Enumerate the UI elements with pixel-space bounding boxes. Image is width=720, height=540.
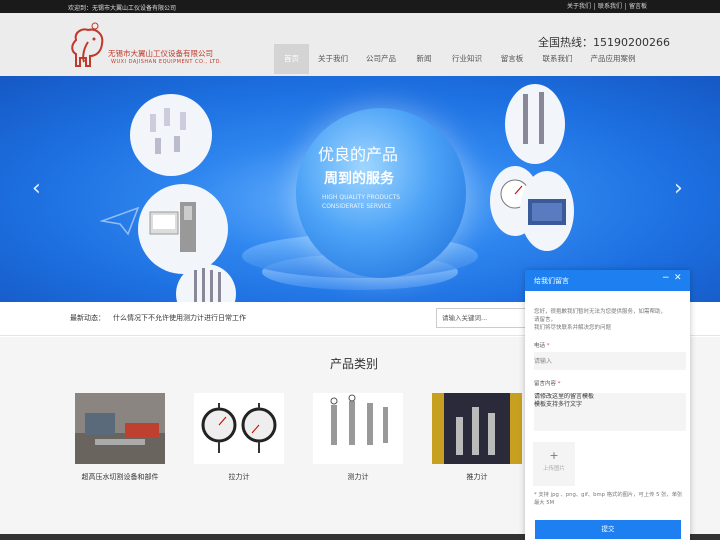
plus-icon: +: [549, 449, 559, 462]
main-nav: 首页 关于我们 公司产品 新闻 行业知识 留言板 联系我们 产品应用案例: [274, 44, 644, 74]
nav-item-contact[interactable]: 联系我们: [533, 44, 582, 74]
search-input[interactable]: [437, 309, 525, 327]
product-name[interactable]: 推力计: [432, 472, 522, 482]
content-label-text: 留言内容: [534, 381, 557, 387]
force-gauges-illustration: [150, 108, 186, 154]
top-link-guestbook[interactable]: 留言板: [624, 3, 650, 10]
news-headline[interactable]: 什么情况下不允许使用测力计进行日常工作: [113, 313, 246, 323]
nav-item-about[interactable]: 关于我们: [309, 44, 357, 74]
banner-prev-arrow-icon[interactable]: ‹: [32, 176, 41, 201]
product-name[interactable]: 测力计: [313, 472, 403, 482]
search-box: [436, 308, 528, 328]
hero-english-2: CONSIDERATE SERVICE: [322, 203, 392, 210]
required-mark: *: [546, 343, 550, 349]
nav-item-products[interactable]: 公司产品: [357, 44, 405, 74]
instrument-case-illustration: [528, 199, 566, 225]
product-card[interactable]: 拉力计: [194, 393, 284, 482]
hero-english: HIGH QUALITY PRODUCTS CONSIDERATE SERVIC…: [322, 193, 400, 211]
nav-item-industry[interactable]: 行业知识: [443, 44, 491, 74]
product-card[interactable]: 超高压水切割设备和部件: [75, 393, 165, 482]
phone-label: 电话 *: [534, 341, 550, 349]
nav-item-guestbook[interactable]: 留言板: [491, 44, 533, 74]
upload-image-button[interactable]: + 上传图片: [533, 442, 575, 486]
paper-plane-icon: [100, 206, 140, 236]
top-links: 关于我们 联系我们 留言板: [564, 3, 650, 10]
product-section-title: 产品类别: [330, 357, 379, 371]
nav-item-cases[interactable]: 产品应用案例: [582, 44, 644, 74]
message-panel-description: 您好，很抱歉我们暂时无法为您提供服务，如需帮助， 请留言， 我们将尽快联系并解决…: [534, 308, 682, 332]
tension-meter-image: [194, 393, 284, 464]
product-image-tension[interactable]: [194, 393, 284, 464]
message-panel-title: 给我们留言: [534, 277, 569, 285]
product-name[interactable]: 超高压水切割设备和部件: [75, 472, 165, 482]
welcome-text: 欢迎到：无锡市大翼山工仪设备有限公司: [68, 5, 177, 12]
content-label: 留言内容 *: [534, 379, 561, 387]
company-name: 无锡市大翼山工仪设备有限公司: [108, 49, 213, 58]
hero-english-1: HIGH QUALITY PRODUCTS: [322, 194, 401, 201]
desc-line-2: 请留言，: [534, 317, 557, 323]
product-image-push[interactable]: [432, 393, 522, 464]
nav-item-home[interactable]: 首页: [274, 44, 309, 74]
product-image-dynamometer[interactable]: [313, 393, 403, 464]
upload-label: 上传图片: [542, 466, 565, 472]
waterjet-machine-image: [75, 393, 165, 464]
dynamometer-image: [313, 393, 403, 464]
desc-line-3: 我们将尽快联系并解决您的问题: [534, 325, 612, 331]
upload-note: * 支持 jpg 、png、gif、bmp 格式的图片，可上传 5 张，单张最大…: [534, 492, 683, 506]
company-name-en: WUXI DAJISHAN EQUIPMENT CO., LTD.: [111, 59, 223, 65]
hero-headline-2: 周到的服务: [324, 171, 394, 187]
content-textarea[interactable]: [534, 393, 686, 431]
banner-image-gauges: [130, 94, 212, 176]
banner-image-tester: [138, 184, 228, 274]
desc-line-1: 您好，很抱歉我们暂时无法为您提供服务，如需帮助，: [534, 309, 667, 315]
top-link-about[interactable]: 关于我们: [564, 3, 594, 10]
news-label: 最新动态：: [70, 314, 105, 322]
close-icon[interactable]: ✕: [674, 273, 682, 283]
site-logo[interactable]: 无锡市大翼山工仪设备有限公司 WUXI DAJISHAN EQUIPMENT C…: [68, 22, 222, 72]
required-mark: *: [557, 381, 561, 387]
elephant-logo-icon: [71, 22, 104, 67]
banner-next-arrow-icon[interactable]: ›: [674, 176, 683, 201]
hero-headline-1: 优良的产品: [318, 145, 399, 164]
top-link-contact[interactable]: 联系我们: [593, 3, 625, 10]
message-panel-header: 给我们留言 − ✕: [525, 270, 690, 291]
nav-item-news[interactable]: 新闻: [405, 44, 443, 74]
product-card[interactable]: 推力计: [432, 393, 522, 482]
top-bar: 欢迎到：无锡市大翼山工仪设备有限公司 关于我们 联系我们 留言板: [0, 0, 720, 13]
product-image-waterjet[interactable]: [75, 393, 165, 464]
spring-scales-illustration: [523, 92, 544, 144]
minimize-icon[interactable]: −: [662, 273, 670, 283]
push-meter-image: [432, 393, 522, 464]
hero-banner: ‹ › 优良的产品 周到的服务 HIGH QUALITY PRODUCTS CO…: [0, 76, 720, 302]
product-name[interactable]: 拉力计: [194, 472, 284, 482]
banner-image-case: [520, 171, 574, 251]
tester-machine-illustration: [149, 202, 196, 252]
phone-input[interactable]: [534, 352, 686, 370]
phone-label-text: 电话: [534, 343, 546, 349]
product-card[interactable]: 测力计: [313, 393, 403, 482]
submit-button[interactable]: 提交: [535, 520, 681, 539]
banner-image-spring-scales: [505, 84, 565, 164]
